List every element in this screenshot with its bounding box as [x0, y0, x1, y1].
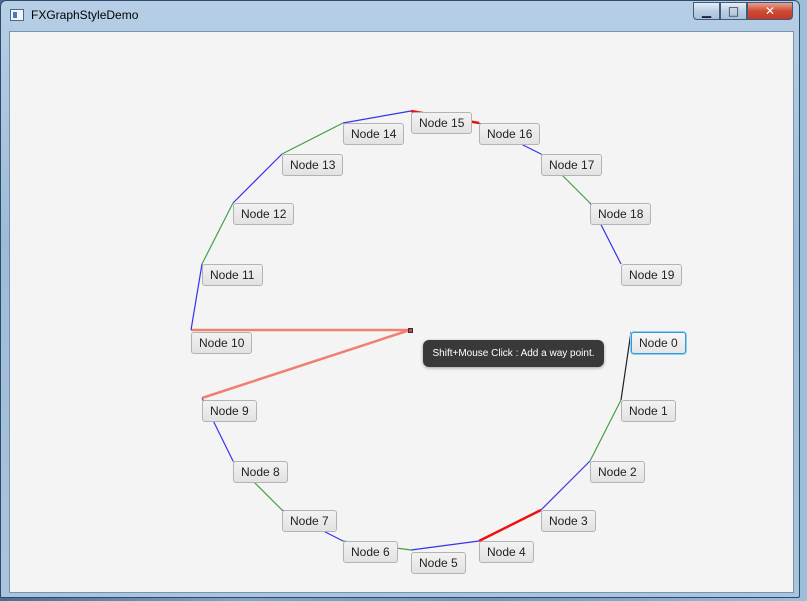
graph-node[interactable]: Node 5: [411, 552, 466, 574]
graph-node[interactable]: Node 9: [202, 400, 257, 422]
title-bar[interactable]: FXGraphStyleDemo ▁ □ ✕: [1, 1, 799, 29]
tooltip: Shift+Mouse Click : Add a way point.: [423, 340, 604, 367]
close-button[interactable]: ✕: [747, 2, 793, 20]
graph-node[interactable]: Node 16: [479, 123, 541, 145]
graph-node[interactable]: Node 2: [590, 461, 645, 483]
graph-node[interactable]: Node 6: [343, 541, 398, 563]
graph-node[interactable]: Node 4: [479, 541, 534, 563]
app-window-icon: [10, 9, 24, 21]
graph-node[interactable]: Node 3: [541, 510, 596, 532]
edge-waypoint-handle[interactable]: [408, 328, 413, 333]
graph-node[interactable]: Node 10: [191, 332, 253, 354]
window-controls: ▁ □ ✕: [693, 2, 793, 20]
window-title: FXGraphStyleDemo: [31, 8, 139, 22]
graph-node[interactable]: Node 17: [541, 154, 603, 176]
graph-node[interactable]: Node 0: [631, 332, 686, 354]
maximize-button[interactable]: □: [720, 2, 747, 20]
graph-node[interactable]: Node 1: [621, 400, 676, 422]
graph-node[interactable]: Node 12: [233, 203, 295, 225]
graph-node[interactable]: Node 18: [590, 203, 652, 225]
graph-node[interactable]: Node 15: [411, 112, 473, 134]
graph-node[interactable]: Node 8: [233, 461, 288, 483]
minimize-button[interactable]: ▁: [693, 2, 720, 20]
graph-node[interactable]: Node 19: [621, 264, 683, 286]
graph-canvas[interactable]: [9, 31, 794, 593]
graph-node[interactable]: Node 14: [343, 123, 405, 145]
app-window: FXGraphStyleDemo ▁ □ ✕: [0, 0, 800, 598]
graph-node[interactable]: Node 7: [282, 510, 337, 532]
graph-node[interactable]: Node 11: [202, 264, 263, 286]
graph-node[interactable]: Node 13: [282, 154, 344, 176]
